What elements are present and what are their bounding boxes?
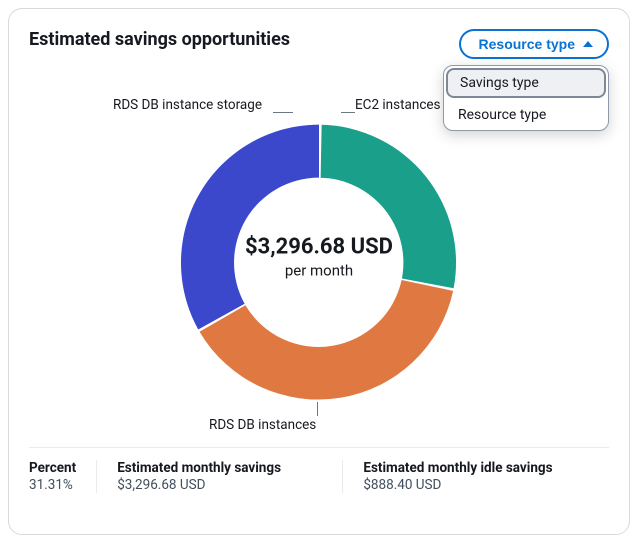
menu-item-savings-type[interactable]: Savings type: [446, 68, 606, 98]
segment-rds-storage[interactable]: [181, 125, 319, 330]
leader-rds-storage: [273, 112, 293, 113]
stat-savings-value: $3,296.68 USD: [117, 477, 322, 493]
label-rds-instances: RDS DB instances: [209, 417, 316, 433]
stats-footer: Percent 31.31% Estimated monthly savings…: [29, 447, 609, 493]
stat-savings-label: Estimated monthly savings: [117, 460, 322, 476]
card-header: Estimated savings opportunities Resource…: [29, 29, 609, 59]
center-sub: per month: [245, 262, 393, 280]
stat-savings: Estimated monthly savings $3,296.68 USD: [96, 460, 342, 493]
center-amount: $3,296.68 USD: [245, 235, 393, 260]
label-rds-storage: RDS DB instance storage: [113, 97, 262, 113]
dropdown-menu: Savings type Resource type: [443, 65, 609, 131]
caret-up-icon: [583, 41, 593, 47]
label-ec2: EC2 instances: [355, 97, 441, 113]
donut-center: $3,296.68 USD per month: [245, 235, 393, 280]
stat-percent-value: 31.31%: [29, 477, 76, 493]
dropdown-label: Resource type: [479, 36, 575, 52]
menu-item-resource-type[interactable]: Resource type: [444, 100, 608, 130]
stat-idle: Estimated monthly idle savings $888.40 U…: [342, 460, 609, 493]
leader-ec2: [341, 112, 355, 113]
resource-type-dropdown-button[interactable]: Resource type: [459, 29, 609, 59]
stat-idle-value: $888.40 USD: [363, 477, 589, 493]
card-title: Estimated savings opportunities: [29, 29, 290, 50]
stat-idle-label: Estimated monthly idle savings: [363, 460, 589, 476]
leader-rds-instances-v: [317, 402, 318, 416]
view-switcher: Resource type Savings type Resource type: [459, 29, 609, 59]
stat-percent-label: Percent: [29, 460, 76, 476]
stat-percent: Percent 31.31%: [29, 460, 96, 493]
savings-card: Estimated savings opportunities Resource…: [8, 8, 630, 535]
